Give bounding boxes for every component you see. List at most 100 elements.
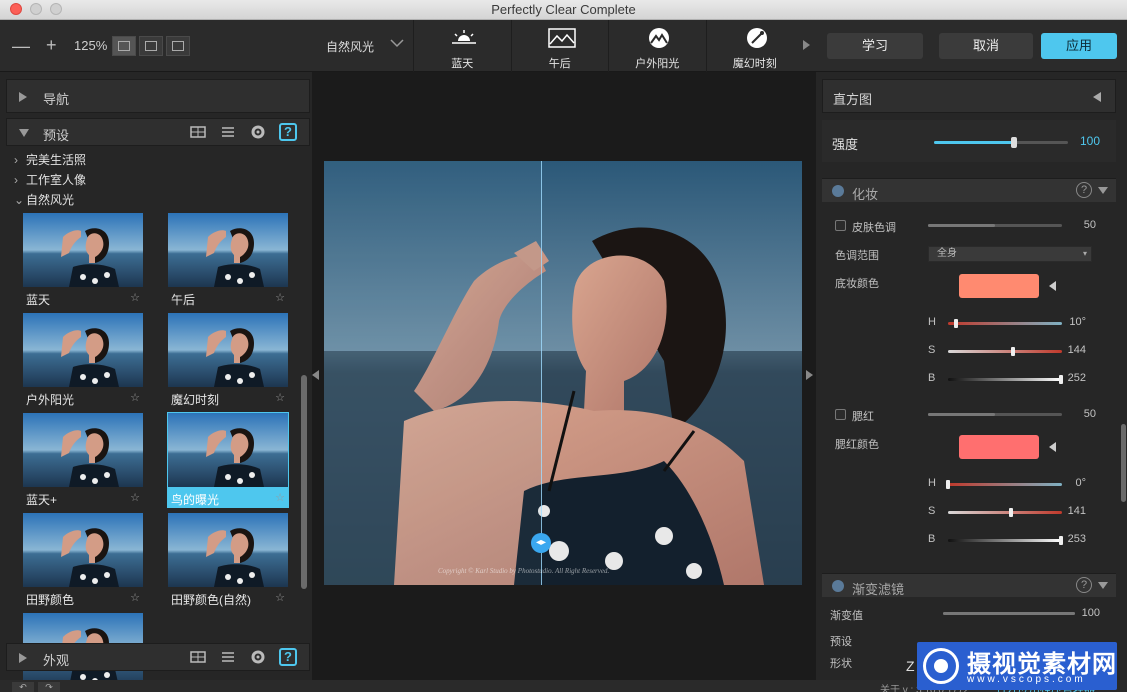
tree-item-label: 完美生活照 — [26, 153, 87, 167]
tree-item-nature[interactable]: ⌄ 自然风光 — [14, 191, 74, 208]
collapse-arrow-icon[interactable] — [1098, 582, 1108, 589]
help-icon[interactable]: ? — [1076, 182, 1092, 198]
skin-tone-checkbox[interactable] — [835, 220, 846, 231]
mountain-landscape-icon — [547, 28, 576, 48]
collapse-arrow-icon[interactable] — [1098, 187, 1108, 194]
help-icon[interactable]: ? — [279, 123, 297, 141]
favorite-star-icon[interactable]: ☆ — [130, 391, 140, 404]
blush-checkbox[interactable] — [835, 409, 846, 420]
quick-preset-label: 午后 — [548, 58, 571, 70]
hsb-channel-slider[interactable] — [948, 319, 1062, 328]
split-view-button[interactable] — [139, 36, 163, 56]
zoom-in-button[interactable]: + — [46, 36, 57, 54]
blush-slider[interactable] — [928, 413, 1062, 416]
preview-photo[interactable]: ◂▸ Copyright © Karl Studio by Photostudi… — [324, 161, 802, 585]
learn-button[interactable]: 学习 — [827, 33, 923, 59]
preset-thumbnail[interactable]: 蓝天 ☆ — [22, 212, 144, 308]
hsb-channel-knob[interactable] — [1010, 347, 1015, 356]
collapse-left-panel-icon[interactable] — [312, 370, 319, 380]
preset-thumbnail-name: 田野颜色(自然) — [171, 593, 251, 607]
image-canvas[interactable]: ◂▸ Copyright © Karl Studio by Photostudi… — [312, 72, 816, 680]
gradient-filter-label: 渐变滤镜 — [852, 582, 905, 597]
preset-thumbnail[interactable]: 田野颜色 ☆ — [22, 512, 144, 608]
hsb-channel-knob[interactable] — [1008, 508, 1013, 517]
cancel-button[interactable]: 取消 — [939, 33, 1033, 59]
help-icon[interactable]: ? — [1076, 577, 1092, 593]
favorite-star-icon[interactable]: ☆ — [130, 491, 140, 504]
hsb-channel-slider[interactable] — [948, 536, 1063, 545]
foundation-color-swatch[interactable] — [959, 274, 1039, 298]
preset-thumbnail[interactable]: 午后 ☆ — [167, 212, 289, 308]
appearance-section-header[interactable]: 外观 ? — [6, 643, 310, 671]
histogram-section-header[interactable]: 直方图 — [822, 79, 1116, 113]
gear-icon[interactable] — [249, 123, 267, 141]
makeup-label: 化妆 — [852, 187, 879, 202]
strength-slider-knob[interactable] — [1011, 137, 1018, 148]
favorite-star-icon[interactable]: ☆ — [275, 391, 285, 404]
side-by-side-view-button[interactable] — [166, 36, 190, 56]
favorite-star-icon[interactable]: ☆ — [130, 291, 140, 304]
navigation-section-header[interactable]: 导航 — [6, 79, 310, 113]
makeup-toggle[interactable] — [832, 185, 844, 197]
collapse-left-arrow-icon — [1093, 92, 1101, 102]
hsb-channel-value: 10° — [1069, 316, 1086, 328]
split-drag-handle[interactable]: ◂▸ — [531, 533, 551, 553]
grid-view-icon[interactable] — [189, 123, 207, 141]
favorite-star-icon[interactable]: ☆ — [275, 491, 285, 504]
chevron-down-icon[interactable] — [390, 38, 404, 48]
preset-thumbnail[interactable]: 户外阳光 ☆ — [22, 312, 144, 408]
gear-icon[interactable] — [249, 648, 267, 666]
gradient-value-slider[interactable] — [943, 612, 1075, 615]
color-range-dropdown[interactable]: 全身 ▾ — [928, 246, 1092, 262]
preset-thumbnail[interactable]: 田野颜色(自然) ☆ — [167, 512, 289, 608]
presets-section-header[interactable]: 预设 ? — [6, 118, 310, 146]
favorite-star-icon[interactable]: ☆ — [275, 291, 285, 304]
split-view-icon — [145, 41, 157, 51]
hsb-channel-knob[interactable] — [946, 480, 950, 489]
gradient-filter-group-header[interactable]: 渐变滤镜 ? — [822, 573, 1116, 597]
preset-category-select[interactable]: 自然风光 — [326, 38, 374, 55]
preset-thumbnail[interactable]: 鸟的曝光 ☆ — [167, 412, 289, 508]
portrait-photo-image — [324, 161, 802, 585]
favorite-star-icon[interactable]: ☆ — [275, 591, 285, 604]
collapse-right-panel-icon[interactable] — [806, 370, 813, 380]
hsb-channel-slider[interactable] — [946, 480, 1062, 489]
grid-view-icon[interactable] — [189, 648, 207, 666]
quick-preset-blue-sky[interactable]: 蓝天 — [413, 20, 511, 72]
gradient-filter-toggle[interactable] — [832, 580, 844, 592]
preset-thumbnail[interactable]: 蓝天+ ☆ — [22, 412, 144, 508]
quick-preset-magic-hour[interactable]: 魔幻时刻 — [705, 20, 804, 72]
watermark-logo-icon — [923, 648, 959, 684]
color-range-value: 全身 — [937, 248, 957, 259]
quick-preset-afternoon[interactable]: 午后 — [510, 20, 609, 72]
color-picker-arrow-icon[interactable] — [1049, 281, 1056, 291]
undo-button[interactable]: ↶ — [12, 682, 34, 692]
help-icon[interactable]: ? — [279, 648, 297, 666]
hsb-channel-knob[interactable] — [953, 319, 958, 328]
more-presets-arrow-icon[interactable] — [803, 40, 810, 50]
favorite-star-icon[interactable]: ☆ — [130, 591, 140, 604]
tree-item-perfect-life[interactable]: › 完美生活照 — [14, 151, 86, 168]
blush-color-swatch[interactable] — [959, 435, 1039, 459]
list-view-icon[interactable] — [219, 648, 237, 666]
apply-button[interactable]: 应用 — [1041, 33, 1117, 59]
preset-thumbnail-name: 田野颜色 — [26, 593, 75, 607]
zoom-out-button[interactable]: — — [12, 37, 30, 55]
left-panel-scrollbar[interactable] — [301, 375, 307, 589]
skin-tone-label: 皮肤色调 — [852, 222, 896, 234]
strength-slider[interactable] — [934, 137, 1068, 148]
hsb-channel-slider[interactable] — [948, 508, 1062, 517]
preset-thumbnail[interactable]: 魔幻时刻 ☆ — [167, 312, 289, 408]
makeup-group-header[interactable]: 化妆 ? — [822, 178, 1116, 202]
hsb-channel-slider[interactable] — [948, 375, 1063, 384]
hsb-channel-slider[interactable] — [948, 347, 1062, 356]
right-panel-scrollbar[interactable] — [1121, 424, 1126, 502]
skin-tone-slider[interactable] — [928, 224, 1062, 227]
redo-button[interactable]: ↷ — [38, 682, 60, 692]
tree-item-studio-portrait[interactable]: › 工作室人像 — [14, 171, 86, 188]
list-view-icon[interactable] — [219, 123, 237, 141]
quick-preset-outdoor-sun[interactable]: 户外阳光 — [608, 20, 706, 72]
before-after-split-line[interactable] — [541, 161, 542, 585]
color-picker-arrow-icon[interactable] — [1049, 442, 1056, 452]
single-view-button[interactable] — [112, 36, 136, 56]
